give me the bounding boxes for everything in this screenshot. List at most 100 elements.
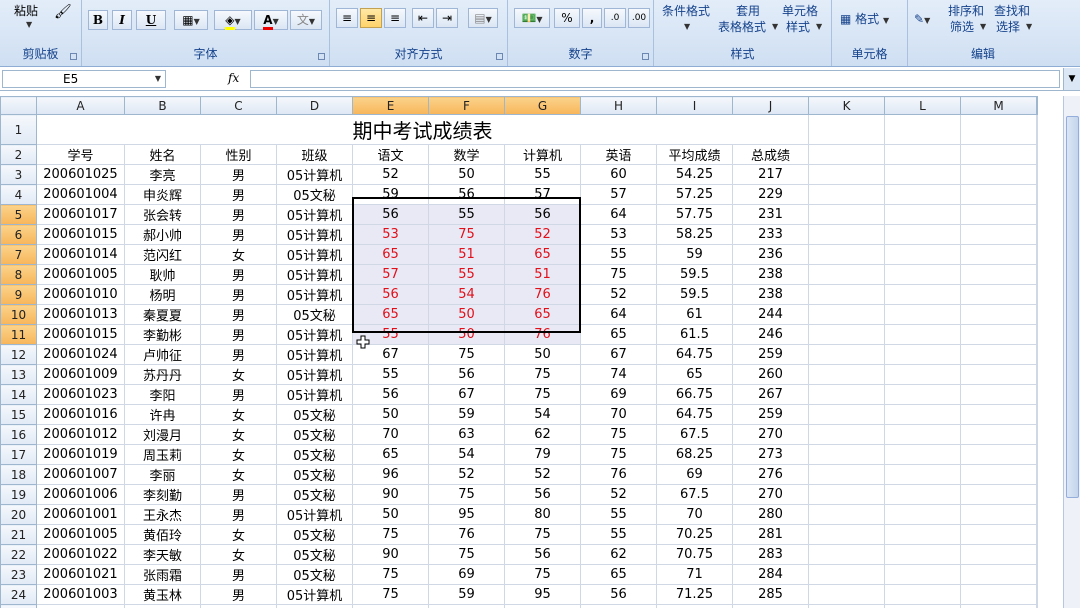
- table-cell[interactable]: 73: [656, 604, 733, 608]
- align-center-button[interactable]: ≡: [360, 8, 382, 28]
- table-cell[interactable]: 05计算机: [276, 384, 353, 405]
- table-cell[interactable]: 285: [732, 584, 809, 605]
- empty-cell[interactable]: [808, 564, 885, 585]
- bold-button[interactable]: B: [88, 10, 108, 30]
- chevron-down-icon[interactable]: ▼: [816, 22, 822, 31]
- table-cell[interactable]: 男: [200, 584, 277, 605]
- table-cell[interactable]: 55: [428, 264, 505, 285]
- empty-cell[interactable]: [960, 484, 1037, 505]
- table-cell[interactable]: 女: [200, 444, 277, 465]
- column-header-k[interactable]: K: [808, 96, 885, 115]
- underline-button[interactable]: U: [136, 10, 166, 30]
- empty-cell[interactable]: [884, 114, 961, 145]
- table-cell[interactable]: 95: [504, 604, 581, 608]
- table-cell[interactable]: 05文秘: [276, 424, 353, 445]
- table-cell[interactable]: 女: [200, 604, 277, 608]
- column-title-cell[interactable]: 班级: [276, 144, 353, 165]
- table-cell[interactable]: 57.25: [656, 184, 733, 205]
- table-cell[interactable]: 54: [428, 284, 505, 305]
- empty-cell[interactable]: [960, 564, 1037, 585]
- table-cell[interactable]: 刘漫月: [124, 424, 201, 445]
- empty-cell[interactable]: [808, 264, 885, 285]
- empty-cell[interactable]: [884, 364, 961, 385]
- empty-cell[interactable]: [884, 444, 961, 465]
- table-cell[interactable]: 卢帅征: [124, 344, 201, 365]
- table-cell[interactable]: 62: [504, 424, 581, 445]
- row-header[interactable]: 7: [0, 244, 37, 265]
- row-header[interactable]: 19: [0, 484, 37, 505]
- cell-styles-button[interactable]: 样式: [786, 18, 810, 35]
- alignment-dialog-launcher-icon[interactable]: [496, 53, 503, 60]
- empty-cell[interactable]: [960, 524, 1037, 545]
- row-header[interactable]: 9: [0, 284, 37, 305]
- empty-cell[interactable]: [808, 304, 885, 325]
- empty-cell[interactable]: [960, 504, 1037, 525]
- table-cell[interactable]: 郝小帅: [124, 224, 201, 245]
- empty-cell[interactable]: [1036, 464, 1038, 485]
- table-cell[interactable]: 张雨霜: [124, 564, 201, 585]
- empty-cell[interactable]: [884, 544, 961, 565]
- table-cell[interactable]: 267: [732, 384, 809, 405]
- table-cell[interactable]: 200601005: [36, 264, 125, 285]
- table-cell[interactable]: 65: [352, 244, 429, 265]
- table-cell[interactable]: 51: [504, 264, 581, 285]
- table-cell[interactable]: 75: [428, 344, 505, 365]
- table-cell[interactable]: 74: [580, 364, 657, 385]
- empty-cell[interactable]: [808, 114, 885, 145]
- empty-cell[interactable]: [884, 344, 961, 365]
- table-cell[interactable]: 57: [504, 184, 581, 205]
- column-header-d[interactable]: D: [276, 96, 353, 115]
- column-header-c[interactable]: C: [200, 96, 277, 115]
- empty-cell[interactable]: [884, 144, 961, 165]
- empty-cell[interactable]: [1036, 504, 1038, 525]
- empty-cell[interactable]: [1036, 204, 1038, 225]
- empty-cell[interactable]: [808, 444, 885, 465]
- empty-cell[interactable]: [1036, 224, 1038, 245]
- table-cell[interactable]: 64.75: [656, 344, 733, 365]
- empty-cell[interactable]: [1036, 584, 1038, 605]
- table-cell[interactable]: 76: [504, 284, 581, 305]
- row-header[interactable]: 24: [0, 584, 37, 605]
- empty-cell[interactable]: [1036, 484, 1038, 505]
- table-cell[interactable]: 55: [580, 504, 657, 525]
- table-cell[interactable]: 05计算机: [276, 284, 353, 305]
- empty-cell[interactable]: [808, 344, 885, 365]
- vertical-scrollbar[interactable]: [1063, 96, 1080, 608]
- table-cell[interactable]: 200601013: [36, 304, 125, 325]
- increase-indent-button[interactable]: ⇥: [436, 8, 458, 28]
- table-cell[interactable]: 55: [428, 204, 505, 225]
- column-title-cell[interactable]: 学号: [36, 144, 125, 165]
- table-cell[interactable]: 270: [732, 484, 809, 505]
- column-title-cell[interactable]: 英语: [580, 144, 657, 165]
- table-cell[interactable]: 宋小艳: [124, 604, 201, 608]
- table-cell[interactable]: 200601002: [36, 604, 125, 608]
- scrollbar-thumb[interactable]: [1066, 116, 1079, 498]
- empty-cell[interactable]: [808, 184, 885, 205]
- table-cell[interactable]: 57.75: [656, 204, 733, 225]
- row-header[interactable]: 13: [0, 364, 37, 385]
- table-cell[interactable]: 男: [200, 184, 277, 205]
- table-cell[interactable]: 200601006: [36, 484, 125, 505]
- table-cell[interactable]: 李亮: [124, 164, 201, 185]
- table-cell[interactable]: 55: [580, 524, 657, 545]
- table-cell[interactable]: 64: [580, 304, 657, 325]
- table-cell[interactable]: 61.5: [656, 324, 733, 345]
- table-cell[interactable]: 女: [200, 364, 277, 385]
- column-title-cell[interactable]: 平均成绩: [656, 144, 733, 165]
- empty-cell[interactable]: [884, 484, 961, 505]
- empty-cell[interactable]: [960, 464, 1037, 485]
- empty-cell[interactable]: [1036, 384, 1038, 405]
- table-cell[interactable]: 男: [200, 304, 277, 325]
- empty-cell[interactable]: [884, 304, 961, 325]
- table-cell[interactable]: 75: [580, 444, 657, 465]
- empty-cell[interactable]: [884, 284, 961, 305]
- column-header-a[interactable]: A: [36, 96, 125, 115]
- table-cell[interactable]: 65: [352, 444, 429, 465]
- table-cell[interactable]: 67.5: [656, 424, 733, 445]
- table-cell[interactable]: 李阳: [124, 384, 201, 405]
- table-cell[interactable]: 05计算机: [276, 264, 353, 285]
- empty-cell[interactable]: [1036, 364, 1038, 385]
- empty-cell[interactable]: [1036, 284, 1038, 305]
- phonetic-button[interactable]: 文▼: [290, 10, 322, 30]
- table-cell[interactable]: 200601009: [36, 364, 125, 385]
